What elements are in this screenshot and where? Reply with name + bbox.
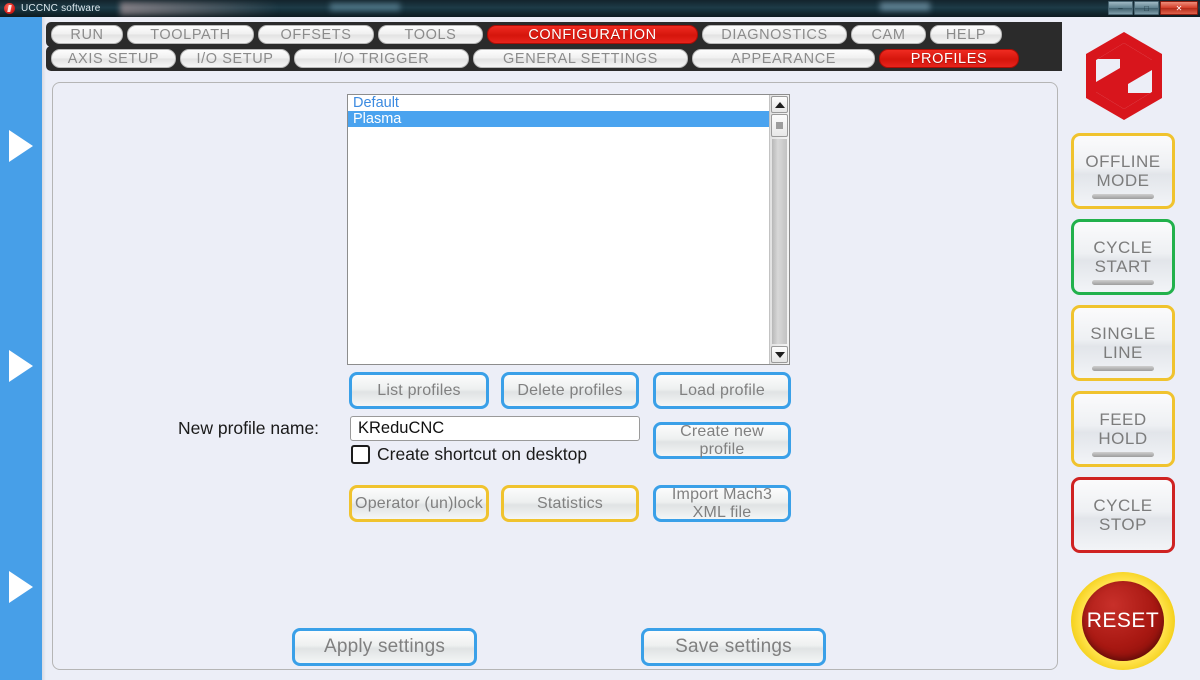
tab-help[interactable]: HELP (930, 25, 1002, 44)
app-icon (4, 3, 15, 14)
minimize-button[interactable]: – (1108, 1, 1133, 15)
rail-divider (42, 17, 46, 680)
maximize-button[interactable]: □ (1134, 1, 1159, 15)
play-arrow-1-icon[interactable] (9, 130, 33, 162)
offline-mode-led (1092, 194, 1154, 199)
tab-tools[interactable]: TOOLS (378, 25, 483, 44)
primary-tab-bar: RUN TOOLPATH OFFSETS TOOLS CONFIGURATION DIAG… (46, 22, 1068, 47)
tab-axis-setup[interactable]: AXIS SETUP (51, 49, 176, 68)
secondary-tab-bar: AXIS SETUP I/O SETUP I/O TRIGGER GENERAL SE… (46, 46, 1068, 71)
profile-list-item[interactable]: Plasma (348, 111, 789, 127)
profile-list-scrollbar[interactable] (769, 95, 789, 364)
tab-offsets[interactable]: OFFSETS (258, 25, 374, 44)
profile-list-item[interactable]: Default (348, 95, 789, 111)
apply-settings-button[interactable]: Apply settings (292, 628, 477, 666)
cycle-stop-label: CYCLE STOP (1093, 495, 1153, 534)
create-new-profile-button[interactable]: Create new profile (653, 422, 791, 459)
play-arrow-2-icon[interactable] (9, 350, 33, 382)
single-line-led (1092, 366, 1154, 371)
tab-diagnostics[interactable]: DIAGNOSTICS (702, 25, 847, 44)
uccnc-application-window: UCCNC software – □ ✕ RUN TOOLPATH OFFSETS T… (0, 0, 1200, 680)
new-profile-name-input[interactable] (350, 416, 640, 441)
cycle-start-led (1092, 280, 1154, 285)
list-profiles-button[interactable]: List profiles (349, 372, 489, 409)
reset-button-wrapper: RESET (1071, 572, 1175, 670)
close-button[interactable]: ✕ (1160, 1, 1198, 15)
play-arrow-3-icon[interactable] (9, 571, 33, 603)
scroll-up-icon[interactable] (771, 96, 788, 113)
tab-configuration[interactable]: CONFIGURATION (487, 25, 698, 44)
titlebar-highlight-3 (880, 2, 930, 11)
tab-i-o-trigger[interactable]: I/O TRIGGER (294, 49, 469, 68)
single-line-label: SINGLE LINE (1090, 323, 1156, 362)
create-shortcut-label: Create shortcut on desktop (377, 444, 588, 464)
cycle-stop-button[interactable]: CYCLE STOP (1071, 477, 1175, 553)
scrollbar-track[interactable] (772, 139, 787, 344)
uccnc-hex-logo-icon (1086, 32, 1162, 120)
left-navigation-rail (0, 17, 42, 680)
profile-list-items: Default Plasma (348, 95, 789, 127)
new-profile-name-label: New profile name: (178, 418, 320, 438)
tab-general-settings[interactable]: GENERAL SETTINGS (473, 49, 688, 68)
create-shortcut-row[interactable]: Create shortcut on desktop (351, 444, 587, 465)
title-bar: UCCNC software – □ ✕ (0, 0, 1200, 17)
tab-toolpath[interactable]: TOOLPATH (127, 25, 254, 44)
load-profile-button[interactable]: Load profile (653, 372, 791, 409)
tab-i-o-setup[interactable]: I/O SETUP (180, 49, 290, 68)
profile-list[interactable]: Default Plasma (347, 94, 790, 365)
offline-mode-button[interactable]: OFFLINE MODE (1071, 133, 1175, 209)
cycle-start-label: CYCLE START (1093, 237, 1153, 276)
save-settings-button[interactable]: Save settings (641, 628, 826, 666)
offline-mode-label: OFFLINE MODE (1085, 151, 1161, 190)
create-shortcut-checkbox[interactable] (351, 445, 370, 464)
tab-appearance[interactable]: APPEARANCE (692, 49, 875, 68)
tab-run[interactable]: RUN (51, 25, 123, 44)
scrollbar-thumb[interactable] (771, 114, 788, 137)
tab-cam[interactable]: CAM (851, 25, 926, 44)
tab-profiles[interactable]: PROFILES (879, 49, 1019, 68)
statistics-button[interactable]: Statistics (501, 485, 639, 522)
cycle-start-button[interactable]: CYCLE START (1071, 219, 1175, 295)
titlebar-highlight-2 (330, 3, 400, 11)
delete-profiles-button[interactable]: Delete profiles (501, 372, 639, 409)
operator-unlock-button[interactable]: Operator (un)lock (349, 485, 489, 522)
single-line-button[interactable]: SINGLE LINE (1071, 305, 1175, 381)
feed-hold-led (1092, 452, 1154, 457)
reset-button[interactable]: RESET (1082, 581, 1164, 661)
scroll-down-icon[interactable] (771, 346, 788, 363)
feed-hold-button[interactable]: FEED HOLD (1071, 391, 1175, 467)
import-mach3-xml-button[interactable]: Import Mach3 XML file (653, 485, 791, 522)
titlebar-highlight-1 (120, 2, 280, 15)
feed-hold-label: FEED HOLD (1098, 409, 1148, 448)
window-controls: – □ ✕ (1108, 1, 1198, 15)
window-title: UCCNC software (21, 3, 101, 14)
